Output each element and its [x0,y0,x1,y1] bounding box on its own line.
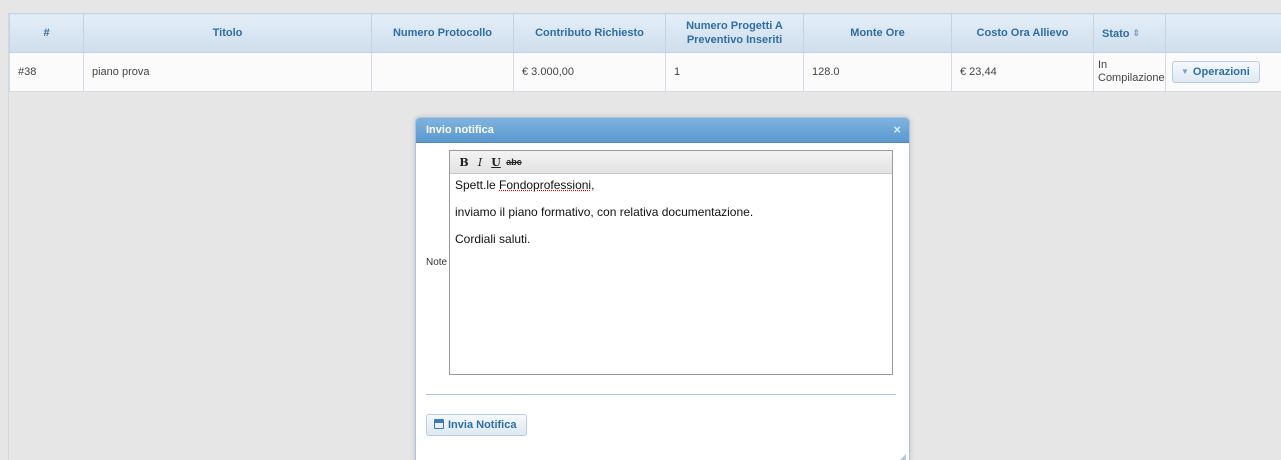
note-label: Note [426,257,448,268]
table-header-row: # Titolo Numero Protocollo Contributo Ri… [9,13,1281,53]
col-header-progetti[interactable]: Numero Progetti A Preventivo Inseriti [665,13,804,53]
cell-protocollo [371,52,514,92]
strikethrough-icon[interactable]: abc [505,154,523,170]
invio-notifica-dialog: Invio notifica × Note B I U abc Spett.le… [415,117,910,460]
cell-stato: In Compilazione [1093,52,1166,92]
col-header-titolo[interactable]: Titolo [83,13,372,53]
dialog-titlebar[interactable]: Invio notifica × [416,118,909,143]
cell-contributo: € 3.000,00 [513,52,666,92]
sort-updown-icon[interactable]: ⇕ [1133,26,1141,40]
dialog-title: Invio notifica [426,124,494,136]
col-header-stato-label: Stato [1102,27,1130,40]
note-editor[interactable]: B I U abc Spett.le Fondoprofessioni, inv… [449,150,893,375]
salutation-suffix: , [591,178,595,192]
save-disk-icon [434,419,444,429]
caret-down-icon: ▼ [1181,67,1189,76]
cell-costo: € 23,44 [951,52,1094,92]
editor-content[interactable]: Spett.le Fondoprofessioni, inviamo il pi… [450,174,892,263]
col-header-actions [1165,13,1281,53]
cell-num: #38 [9,52,84,92]
piani-table: # Titolo Numero Protocollo Contributo Ri… [9,13,1281,92]
invia-notifica-label: Invia Notifica [448,419,517,431]
col-header-protocollo[interactable]: Numero Protocollo [371,13,514,53]
col-header-num[interactable]: # [9,13,84,53]
cell-titolo: piano prova [83,52,372,92]
italic-icon[interactable]: I [473,154,487,170]
editor-line-closing: Cordiali saluti. [455,232,531,246]
operazioni-button[interactable]: ▼ Operazioni [1172,61,1260,83]
underline-icon[interactable]: U [489,154,503,170]
close-icon[interactable]: × [893,122,901,137]
table-row[interactable]: #38 piano prova € 3.000,00 1 128.0 € 23,… [9,52,1281,92]
bold-icon[interactable]: B [457,154,471,170]
editor-line-salutation: Spett.le Fondoprofessioni, [455,178,887,192]
cell-monte-ore: 128.0 [803,52,952,92]
col-header-monte-ore[interactable]: Monte Ore [803,13,952,53]
col-header-costo[interactable]: Costo Ora Allievo [951,13,1094,53]
dialog-divider [426,394,896,395]
salutation-name: Fondoprofessioni [499,178,592,192]
invia-notifica-button[interactable]: Invia Notifica [426,414,528,436]
col-header-contributo[interactable]: Contributo Richiesto [513,13,666,53]
editor-line-body: inviamo il piano formativo, con relativa… [455,205,754,219]
editor-toolbar: B I U abc [450,151,892,174]
page: # Titolo Numero Protocollo Contributo Ri… [0,0,1281,460]
cell-actions: ▼ Operazioni [1165,52,1281,92]
col-header-stato[interactable]: Stato ⇕ [1093,13,1166,53]
salutation-prefix: Spett.le [455,178,500,192]
operazioni-label: Operazioni [1192,66,1250,78]
cell-progetti: 1 [665,52,804,92]
resize-grip-icon[interactable] [900,454,906,460]
